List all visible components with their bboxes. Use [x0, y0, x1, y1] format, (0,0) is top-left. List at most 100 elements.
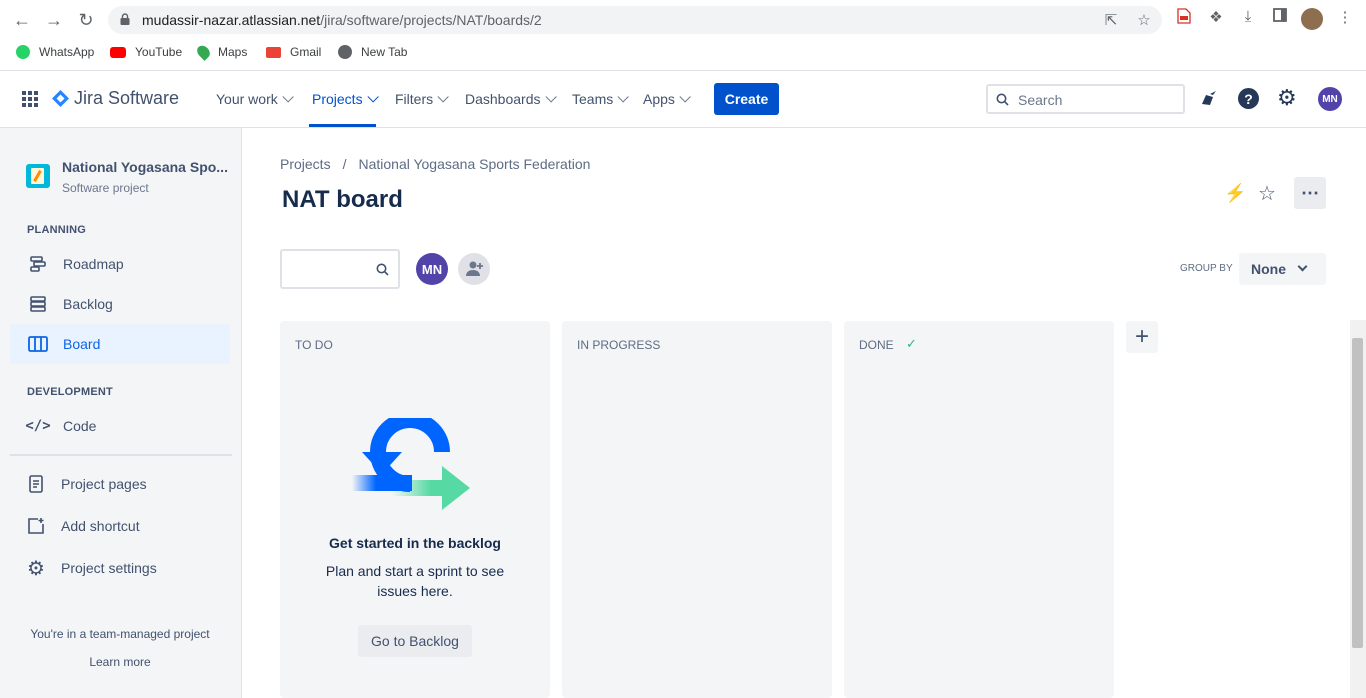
chevron-down-icon: [617, 91, 630, 103]
url-text: mudassir-nazar.atlassian.net/jira/softwa…: [142, 12, 542, 28]
youtube-icon: [110, 46, 126, 58]
sidebar-item-code[interactable]: </> Code: [10, 406, 230, 446]
back-icon[interactable]: ←: [11, 10, 33, 30]
breadcrumb-projects[interactable]: Projects: [280, 156, 331, 172]
automation-icon[interactable]: ⚡: [1224, 183, 1246, 204]
planning-heading: PLANNING: [27, 224, 87, 236]
star-icon[interactable]: ☆: [1135, 11, 1153, 29]
bookmark-whatsapp[interactable]: WhatsApp: [16, 41, 94, 63]
nav-projects[interactable]: Projects: [312, 91, 379, 107]
page-icon: [26, 474, 46, 494]
puzzle-icon[interactable]: ❖: [1205, 8, 1227, 30]
assignee-avatar[interactable]: MN: [416, 253, 448, 285]
reload-icon[interactable]: ↻: [75, 10, 97, 30]
globe-icon: [338, 45, 352, 59]
star-icon[interactable]: ☆: [1258, 181, 1276, 206]
empty-state-title: Get started in the backlog: [329, 535, 501, 551]
bookmark-gmail[interactable]: Gmail: [266, 41, 321, 63]
board-search-input[interactable]: [280, 249, 400, 289]
nav-apps[interactable]: Apps: [643, 91, 691, 107]
sidebar-item-backlog[interactable]: Backlog: [10, 284, 230, 324]
nav-filters[interactable]: Filters: [395, 91, 449, 107]
project-avatar-icon: [26, 164, 50, 188]
browser-chrome: ← → ↻ mudassir-nazar.atlassian.net/jira/…: [0, 0, 1366, 71]
board-main: Projects / National Yogasana Sports Fede…: [242, 128, 1366, 698]
column-done: DONE ✓: [844, 321, 1114, 698]
nav-your-work[interactable]: Your work: [216, 91, 294, 107]
backlog-illustration: [352, 418, 470, 510]
group-by-label: GROUP BY: [1180, 263, 1233, 274]
column-title: DONE: [859, 338, 894, 352]
whatsapp-icon: [16, 45, 30, 59]
nav-dashboards[interactable]: Dashboards: [465, 91, 557, 107]
user-avatar[interactable]: MN: [1318, 87, 1342, 111]
scrollbar[interactable]: [1350, 320, 1366, 698]
empty-state-text: Plan and start a sprint to see: [325, 563, 505, 579]
help-icon[interactable]: ?: [1238, 88, 1259, 109]
sidebar-item-roadmap[interactable]: Roadmap: [10, 244, 230, 284]
chevron-down-icon: [679, 91, 691, 103]
column-title: IN PROGRESS: [577, 338, 661, 352]
add-column-button[interactable]: +: [1126, 321, 1158, 353]
board-icon: [28, 334, 48, 354]
sidebar-item-board[interactable]: Board: [10, 324, 230, 364]
bookmark-youtube[interactable]: YouTube: [110, 41, 182, 63]
share-icon[interactable]: ⇱: [1102, 11, 1120, 29]
profile-avatar[interactable]: [1301, 8, 1323, 30]
sidebar-item-add-shortcut[interactable]: Add shortcut: [10, 506, 230, 546]
address-bar[interactable]: mudassir-nazar.atlassian.net/jira/softwa…: [108, 6, 1162, 34]
breadcrumb-project[interactable]: National Yogasana Sports Federation: [358, 156, 590, 172]
nav-teams[interactable]: Teams: [572, 91, 630, 107]
chevron-down-icon: [544, 91, 557, 103]
jira-diamond-icon: [52, 90, 69, 107]
go-to-backlog-button[interactable]: Go to Backlog: [358, 625, 472, 657]
roadmap-icon: [28, 254, 48, 274]
settings-gear-icon[interactable]: ⚙: [1277, 85, 1297, 111]
chevron-down-icon: [1297, 261, 1308, 272]
pdf-extension-icon[interactable]: [1173, 8, 1195, 30]
team-managed-note: You're in a team-managed project: [30, 627, 210, 641]
create-button[interactable]: Create: [714, 83, 779, 115]
project-sidebar: National Yogasana Spo... Software projec…: [0, 128, 242, 698]
settings-gear-icon: ⚙: [27, 557, 45, 580]
sidebar-item-project-settings[interactable]: ⚙ Project settings: [10, 548, 230, 588]
page-title: NAT board: [282, 186, 403, 213]
bookmark-maps[interactable]: Maps: [194, 41, 247, 63]
search-icon: [376, 263, 389, 276]
bookmark-new-tab[interactable]: New Tab: [338, 41, 407, 63]
more-actions-icon[interactable]: ⋯: [1294, 177, 1326, 209]
chevron-down-icon: [282, 91, 294, 103]
add-shortcut-icon: [26, 516, 46, 536]
search-input[interactable]: Search: [986, 84, 1185, 114]
sidebar-divider: [10, 454, 232, 456]
column-title: TO DO: [295, 338, 333, 352]
sidepanel-icon[interactable]: [1269, 8, 1291, 30]
column-in-progress: IN PROGRESS: [562, 321, 832, 698]
forward-icon[interactable]: →: [43, 10, 65, 30]
code-icon: </>: [25, 418, 51, 434]
app-switcher-icon[interactable]: [22, 91, 38, 107]
sidebar-item-project-pages[interactable]: Project pages: [10, 464, 230, 504]
maps-icon: [194, 43, 213, 61]
download-icon[interactable]: ⤓: [1237, 8, 1259, 30]
lock-icon: [120, 13, 130, 25]
search-icon: [996, 93, 1009, 106]
notifications-icon[interactable]: [1199, 90, 1217, 108]
learn-more-link[interactable]: Learn more: [0, 655, 240, 669]
jira-logo[interactable]: Jira Software: [52, 88, 179, 109]
chevron-down-icon: [367, 91, 379, 103]
kebab-menu-icon[interactable]: ⋮: [1334, 8, 1356, 30]
add-people-icon[interactable]: [458, 253, 490, 285]
product-name: Jira Software: [74, 88, 180, 108]
development-heading: DEVELOPMENT: [27, 386, 113, 398]
breadcrumb: Projects / National Yogasana Sports Fede…: [280, 156, 591, 172]
group-by-select[interactable]: None: [1239, 253, 1326, 285]
column-todo: TO DO Get started in the backlog Plan an…: [280, 321, 550, 698]
project-name[interactable]: National Yogasana Spo...: [62, 159, 228, 175]
chevron-down-icon: [437, 91, 449, 103]
backlog-icon: [28, 294, 48, 314]
gmail-icon: [266, 46, 281, 58]
jira-top-nav: Jira Software Your work Projects Filters…: [0, 71, 1366, 128]
scrollbar-thumb[interactable]: [1352, 338, 1363, 648]
active-tab-indicator: [309, 124, 376, 127]
